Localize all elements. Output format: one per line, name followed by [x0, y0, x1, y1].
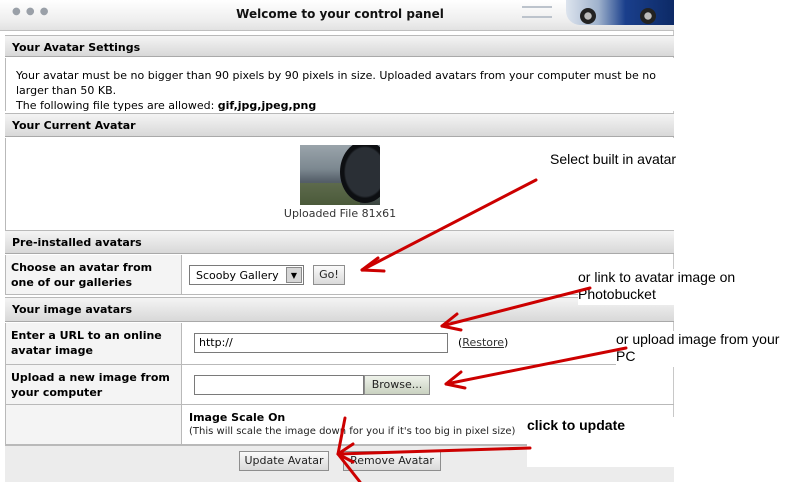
section-heading: Your Avatar Settings: [12, 41, 141, 54]
note-select-builtin: Select built in avatar: [530, 148, 680, 200]
chevron-down-icon[interactable]: ▼: [286, 267, 302, 283]
note-upload-pc: or upload image from your PC: [616, 331, 786, 367]
remove-avatar-button[interactable]: Remove Avatar: [343, 451, 441, 471]
control-panel: ● ● ● Welcome to your control panel Your…: [0, 0, 674, 482]
section-avatar-settings: Your Avatar Settings: [5, 35, 674, 57]
avatar-size-rule: Your avatar must be no bigger than 90 pi…: [16, 69, 656, 97]
section-preinstalled: Pre-installed avatars: [5, 230, 674, 254]
note-click-update: click to update: [527, 417, 677, 467]
avatar-url-input[interactable]: http://: [194, 333, 448, 353]
section-heading: Your Current Avatar: [12, 119, 136, 132]
note-link-photobucket: or link to avatar image on Photobucket: [578, 269, 788, 305]
section-heading: Your image avatars: [12, 303, 133, 316]
avatar-filetypes-rule: The following file types are allowed: gi…: [16, 99, 317, 112]
update-avatar-button[interactable]: Update Avatar: [239, 451, 329, 471]
go-button[interactable]: Go!: [313, 265, 345, 285]
url-label: Enter a URL to an online avatar image: [5, 323, 182, 364]
stripes-decoration-icon: [522, 6, 552, 18]
scale-label-cell: [5, 405, 182, 444]
section-image-avatars: Your image avatars: [5, 297, 674, 322]
upload-file-input[interactable]: [194, 375, 364, 395]
scale-description: (This will scale the image down for you …: [189, 426, 516, 437]
section-current-avatar: Your Current Avatar: [5, 113, 674, 137]
gallery-label: Choose an avatar from one of our galleri…: [5, 255, 182, 294]
scale-title: Image Scale On: [189, 411, 286, 424]
title-bar: ● ● ● Welcome to your control panel: [0, 0, 674, 31]
browse-button[interactable]: Browse...: [364, 375, 430, 395]
section-heading: Pre-installed avatars: [12, 236, 142, 249]
restore-wrapper: (Restore): [458, 336, 509, 349]
avatar-rules: Your avatar must be no bigger than 90 pi…: [5, 58, 674, 112]
car-wheel-icon: [640, 8, 656, 24]
allowed-filetypes: gif,jpg,jpeg,png: [217, 99, 317, 112]
car-logo-icon: [566, 0, 674, 25]
restore-link[interactable]: Restore: [462, 336, 504, 349]
upload-label: Upload a new image from your computer: [5, 365, 182, 404]
gallery-select[interactable]: Scooby Gallery ▼: [189, 265, 304, 285]
current-avatar-image: [300, 145, 380, 205]
gallery-selected-value: Scooby Gallery: [196, 269, 279, 282]
car-wheel-icon: [580, 8, 596, 24]
avatar-caption: Uploaded File 81x61: [283, 207, 397, 220]
